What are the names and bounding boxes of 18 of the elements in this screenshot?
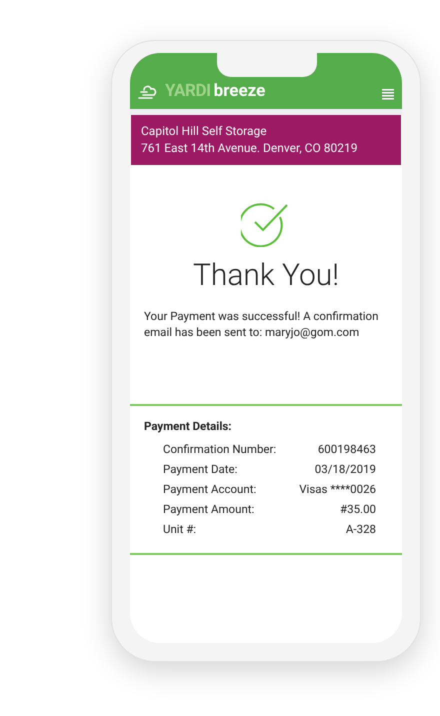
- detail-label: Payment Account:: [163, 480, 256, 498]
- detail-label: Payment Date:: [163, 460, 238, 478]
- facility-address: 761 East 14th Avenue. Denver, CO 80219: [141, 140, 358, 157]
- thank-you-title: Thank You!: [192, 261, 340, 291]
- detail-value: 03/18/2019: [314, 460, 376, 478]
- facility-name: Capitol Hill Self Storage: [141, 123, 268, 140]
- detail-value: #35.00: [340, 500, 376, 518]
- detail-label: Unit #:: [163, 520, 196, 538]
- logo-yardi: YARDI: [165, 83, 211, 100]
- detail-value: Visas ****0026: [299, 480, 376, 498]
- confirmation-message: Your Payment was successful! A confirmation email has been sent to: maryjo@gom.com: [143, 308, 380, 340]
- logo-breeze: breeze: [214, 83, 266, 100]
- detail-value: A-328: [346, 520, 376, 538]
- detail-value: 600198463: [318, 440, 376, 458]
- menu-icon[interactable]: [382, 89, 394, 100]
- payment-details-title: Payment Details:: [144, 418, 233, 435]
- detail-label: Payment Amount:: [163, 500, 254, 518]
- detail-label: Confirmation Number:: [163, 440, 276, 458]
